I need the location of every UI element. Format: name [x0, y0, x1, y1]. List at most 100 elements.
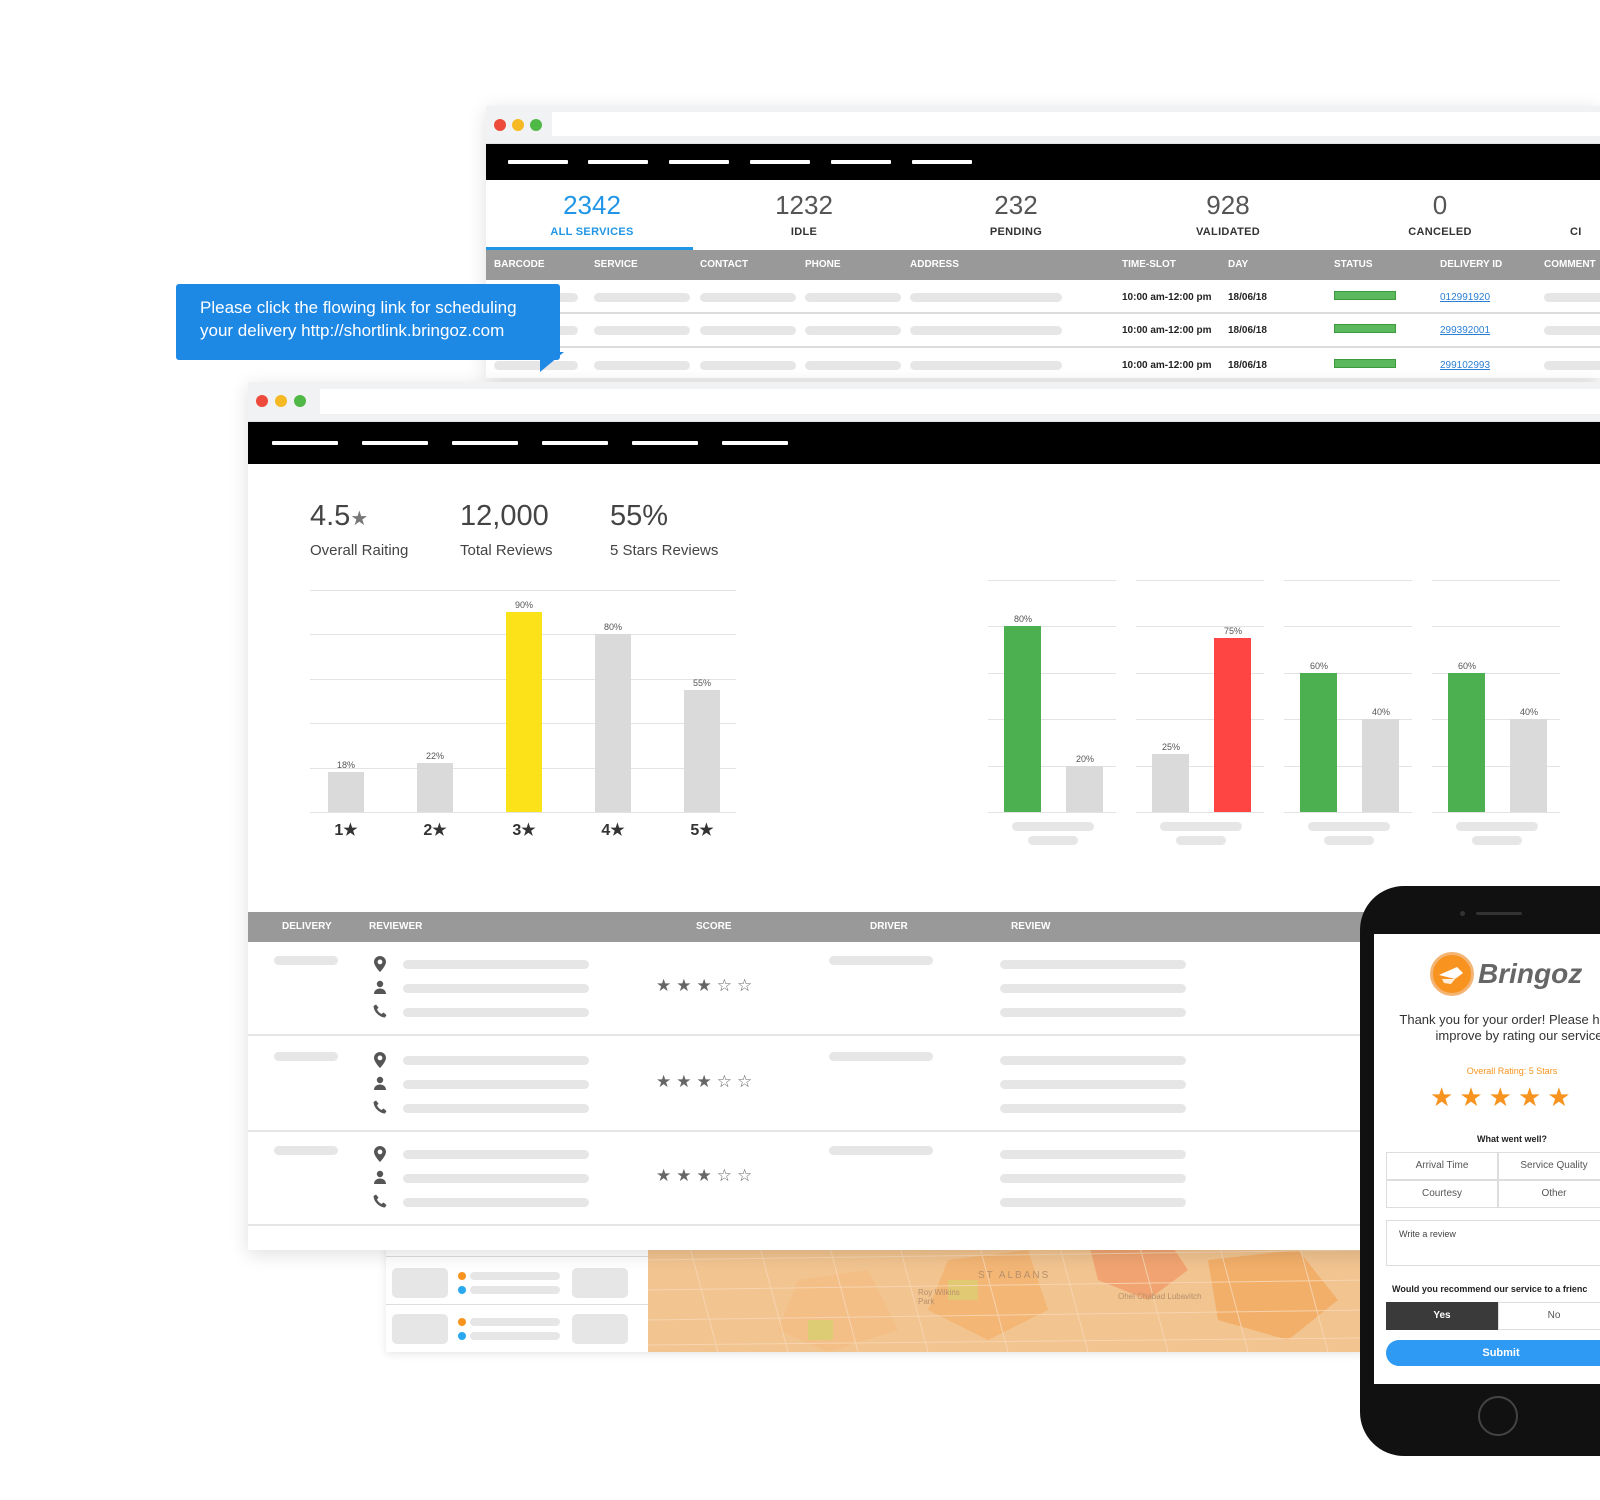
scheduling-link[interactable]: http://shortlink.bringoz.com	[301, 321, 504, 340]
bar-value-label: 40%	[1519, 707, 1538, 718]
placeholder	[1456, 822, 1538, 831]
minimize-window-button[interactable]	[512, 119, 524, 131]
nav-item[interactable]	[452, 441, 518, 445]
category-label: 1★	[334, 822, 358, 839]
nav-item[interactable]	[508, 160, 568, 164]
col-phone[interactable]: PHONE	[805, 250, 841, 280]
phone-icon	[373, 1100, 389, 1116]
stat-value: 928	[1206, 190, 1250, 220]
placeholder	[403, 1104, 589, 1113]
star-icon[interactable]: ★	[1459, 1082, 1488, 1112]
nav-item[interactable]	[632, 441, 698, 445]
placeholder	[1028, 836, 1078, 845]
bar	[1004, 626, 1041, 812]
heat-map[interactable]: ST ALBANS HEIGHTS Roy Wilkins Park Ohel …	[648, 1240, 1366, 1352]
close-window-button[interactable]	[494, 119, 506, 131]
bar	[684, 689, 720, 812]
nav-item[interactable]	[831, 160, 891, 164]
option-service-quality[interactable]: Service Quality	[1498, 1152, 1600, 1180]
time-slot-cell: 10:00 am-12:00 pm	[1122, 292, 1212, 303]
location-pin-icon	[373, 1052, 389, 1068]
phone-icon	[373, 1194, 389, 1210]
nav-item[interactable]	[722, 441, 788, 445]
placeholder	[403, 1174, 589, 1183]
stat-value: 232	[994, 190, 1038, 220]
bar-value-label: 22%	[425, 751, 444, 762]
star-icon[interactable]: ★	[1489, 1082, 1518, 1112]
col-comment[interactable]: COMMENT	[1544, 250, 1596, 280]
star-icon[interactable]: ★	[1547, 1082, 1576, 1112]
review-textarea[interactable]: Write a review	[1386, 1220, 1600, 1266]
tooltip-tail	[540, 352, 564, 372]
col-barcode[interactable]: BARCODE	[494, 250, 545, 280]
nav-item[interactable]	[588, 160, 648, 164]
col-score[interactable]: SCORE	[696, 912, 732, 942]
gridline	[1432, 626, 1560, 628]
user-icon	[373, 1170, 389, 1186]
placeholder	[805, 326, 901, 335]
close-window-button[interactable]	[256, 395, 268, 407]
option-courtesy[interactable]: Courtesy	[1386, 1180, 1498, 1208]
placeholder	[403, 960, 589, 969]
bar-value-label: 60%	[1309, 660, 1328, 671]
col-day[interactable]: DAY	[1228, 250, 1248, 280]
delivery-id-link[interactable]: 299392001	[1440, 325, 1490, 336]
delivery-id-link[interactable]: 012991920	[1440, 292, 1490, 303]
nav-item[interactable]	[362, 441, 428, 445]
delivery-id-link[interactable]: 299102993	[1440, 360, 1490, 371]
col-delivery[interactable]: DELIVERY	[282, 912, 332, 942]
stat-label: VALIDATED	[1195, 226, 1260, 238]
nav-item[interactable]	[750, 160, 810, 164]
col-address[interactable]: ADDRESS	[910, 250, 959, 280]
stat-label: IDLE	[790, 226, 818, 238]
address-bar[interactable]	[552, 112, 1600, 136]
placeholder	[1544, 361, 1600, 370]
kpi-number: 4.5	[310, 500, 351, 532]
star-icon[interactable]: ★	[1518, 1082, 1547, 1112]
score-stars: ★★★☆☆	[656, 976, 758, 995]
placeholder	[700, 361, 796, 370]
nav-item[interactable]	[542, 441, 608, 445]
col-status[interactable]: STATUS	[1334, 250, 1373, 280]
nav-item[interactable]	[912, 160, 972, 164]
nav-item[interactable]	[669, 160, 729, 164]
option-arrival-time[interactable]: Arrival Time	[1386, 1152, 1498, 1180]
placeholder	[403, 1056, 589, 1065]
top-nav	[486, 144, 1600, 180]
maximize-window-button[interactable]	[530, 119, 542, 131]
category-label: 3★	[512, 822, 536, 839]
placeholder	[1000, 1198, 1186, 1207]
star-icon: ★	[350, 508, 369, 530]
star-icon[interactable]: ★	[1430, 1082, 1459, 1112]
minimize-window-button[interactable]	[275, 395, 287, 407]
kpi-value: 12,000	[460, 500, 549, 532]
gridline	[1432, 812, 1560, 813]
stat-label: ALL SERVICES	[550, 226, 634, 238]
yes-button[interactable]: Yes	[1386, 1302, 1498, 1330]
star-rating-input[interactable]: ★★★★★	[1430, 1082, 1577, 1113]
submit-button[interactable]: Submit	[1386, 1340, 1600, 1366]
col-review[interactable]: REVIEW	[1011, 912, 1050, 942]
col-delivery-id[interactable]: DELIVERY ID	[1440, 250, 1502, 280]
placeholder	[1472, 836, 1522, 845]
phone-mockup: Bringoz Thank you for your order! Please…	[1360, 886, 1600, 1456]
maximize-window-button[interactable]	[294, 395, 306, 407]
option-other[interactable]: Other	[1498, 1180, 1600, 1208]
address-bar[interactable]	[320, 389, 1600, 414]
status-indicator	[1334, 359, 1396, 368]
col-time-slot[interactable]: TIME-SLOT	[1122, 250, 1176, 280]
no-button[interactable]: No	[1498, 1302, 1600, 1330]
nav-item[interactable]	[272, 441, 338, 445]
time-slot-cell: 10:00 am-12:00 pm	[1122, 325, 1212, 336]
col-driver[interactable]: DRIVER	[870, 912, 908, 942]
col-service[interactable]: SERVICE	[594, 250, 638, 280]
home-button[interactable]	[1478, 1396, 1518, 1436]
kpi-label: Overall Raiting	[310, 542, 409, 559]
bar	[1362, 719, 1399, 812]
placeholder	[392, 1268, 448, 1298]
col-reviewer[interactable]: REVIEWER	[369, 912, 422, 942]
col-contact[interactable]: CONTACT	[700, 250, 748, 280]
gridline	[1136, 812, 1264, 813]
speaker-slot	[1476, 912, 1522, 915]
bar	[1510, 719, 1547, 812]
